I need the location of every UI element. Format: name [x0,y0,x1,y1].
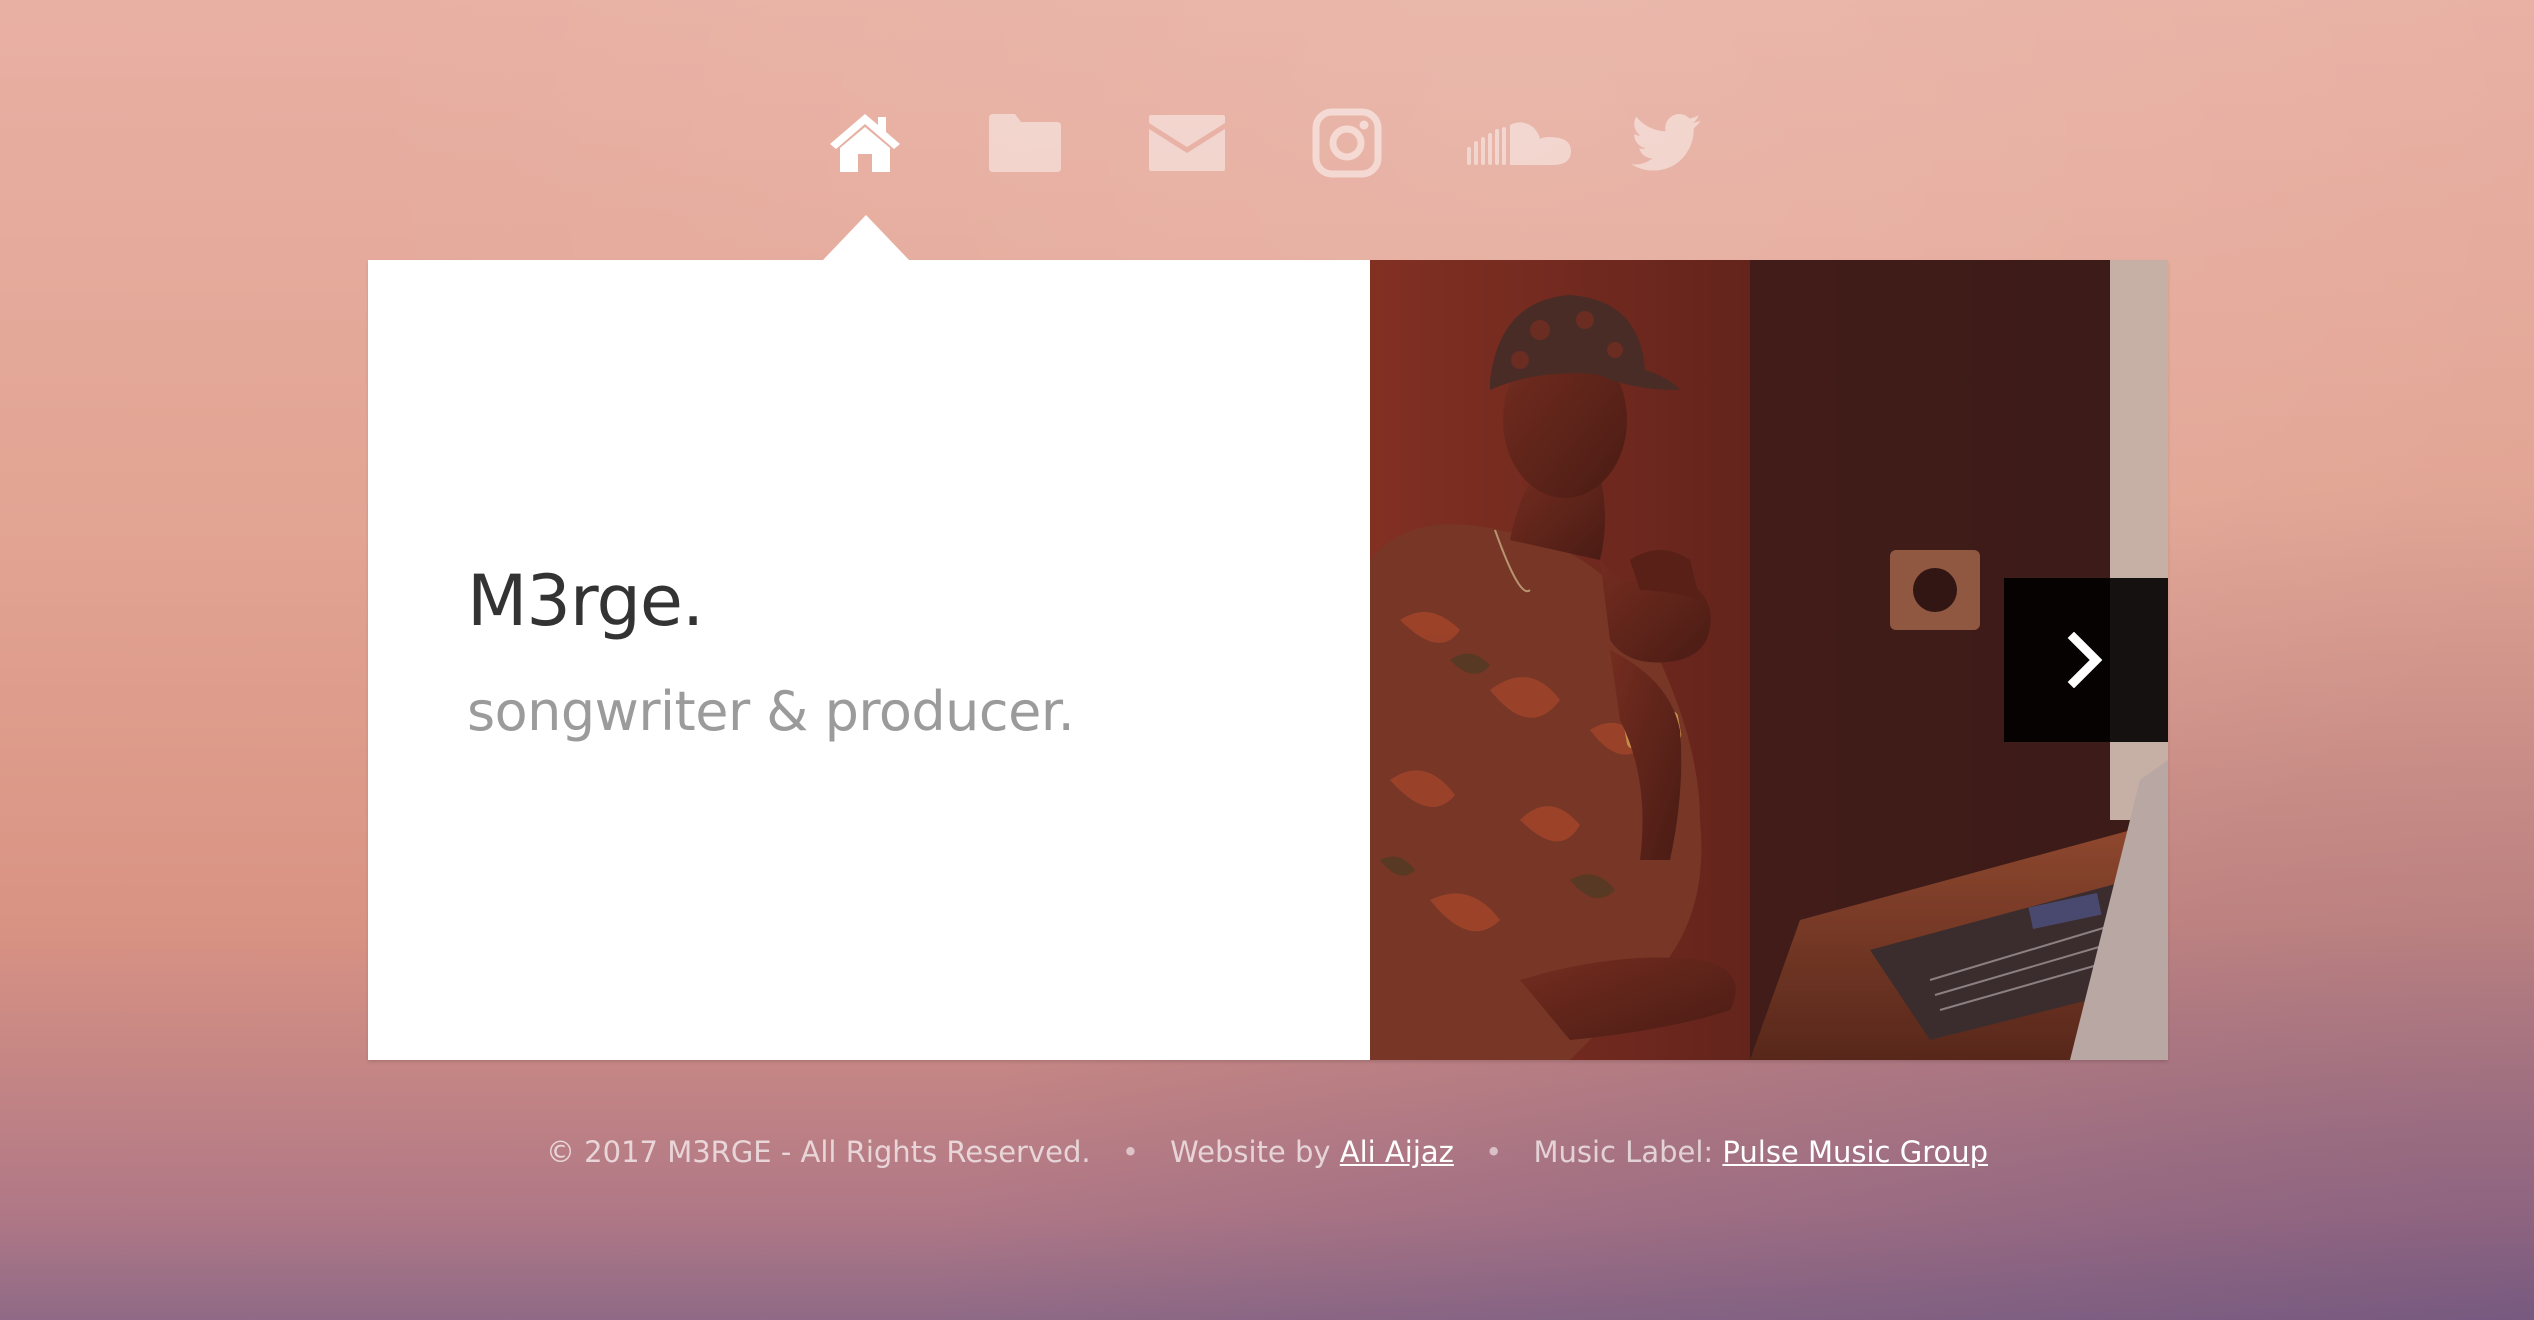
mail-icon [1149,114,1225,171]
intro-panel: M3rge. songwriter & producer. [368,260,1370,1060]
nav-home[interactable] [820,100,910,185]
instagram-icon [1312,108,1382,177]
soundcloud-icon [1467,121,1571,165]
nav-contact[interactable] [1142,100,1232,185]
twitter-icon [1632,113,1701,171]
artist-tagline: songwriter & producer. [467,680,1075,743]
top-nav [820,100,1720,185]
slider-next-button[interactable] [2004,578,2168,742]
nav-soundcloud[interactable] [1460,100,1580,185]
nav-twitter[interactable] [1622,100,1712,185]
nav-projects[interactable] [980,100,1070,185]
website-credit-prefix: Website by [1170,1135,1331,1169]
website-credit-link[interactable]: Ali Aijaz [1340,1135,1454,1169]
home-icon [830,113,900,172]
footer-separator: • [1121,1135,1139,1169]
music-label-link[interactable]: Pulse Music Group [1722,1135,1988,1169]
chevron-right-icon [2067,632,2103,688]
active-nav-pointer [823,215,909,260]
folder-icon [989,113,1061,172]
nav-instagram[interactable] [1302,100,1392,185]
copyright-text: © 2017 M3RGE - All Rights Reserved. [545,1135,1091,1169]
artist-name: M3rge. [467,560,704,642]
music-label-prefix: Music Label: [1533,1135,1714,1169]
footer-separator: • [1485,1135,1503,1169]
site-footer: © 2017 M3RGE - All Rights Reserved. • We… [0,1135,2534,1169]
hero-card: M3rge. songwriter & producer. [368,260,2168,1060]
